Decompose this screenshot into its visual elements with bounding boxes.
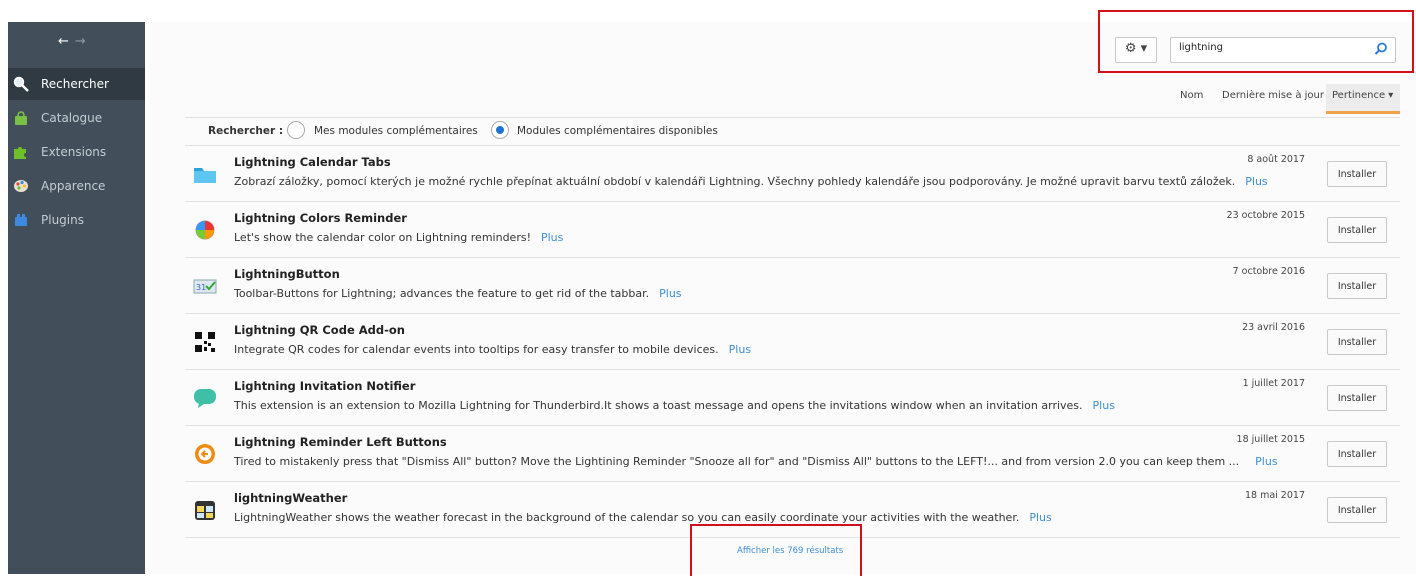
sidebar-item-label: Plugins [41, 213, 84, 227]
addon-name[interactable]: Lightning Reminder Left Buttons [234, 435, 447, 449]
weather-calendar-icon [195, 501, 215, 520]
description-text: Integrate QR codes for calendar events i… [234, 343, 719, 356]
sidebar: ←→ Rechercher Catalogue Extensions Appar… [8, 22, 145, 574]
forward-arrow-icon[interactable]: → [75, 34, 92, 49]
shopping-bag-icon [15, 111, 27, 125]
install-button[interactable]: Installer [1327, 497, 1387, 523]
history-nav: ←→ [58, 34, 92, 49]
radio-available-addons[interactable] [491, 121, 509, 139]
description-text: Let's show the calendar color on Lightni… [234, 231, 531, 244]
result-row[interactable]: Lightning Calendar Tabs Zobrazí záložky,… [185, 146, 1400, 202]
addon-name[interactable]: Lightning QR Code Add-on [234, 323, 405, 337]
result-row[interactable]: Lightning Reminder Left Buttons Tired to… [185, 426, 1400, 482]
sidebar-item-label: Rechercher [41, 77, 109, 91]
radio-my-addons[interactable] [287, 121, 305, 139]
lego-brick-icon [15, 214, 27, 226]
sort-by-relevance[interactable]: Pertinence ▾ [1326, 84, 1400, 114]
result-row[interactable]: 31 LightningButton Toolbar-Buttons for L… [185, 258, 1400, 314]
install-button[interactable]: Installer [1327, 273, 1387, 299]
puzzle-piece-icon [14, 147, 26, 159]
sidebar-item-label: Extensions [41, 145, 107, 159]
sidebar-item-label: Apparence [41, 179, 106, 193]
addon-description: LightningWeather shows the weather forec… [234, 511, 1052, 524]
addon-name[interactable]: Lightning Invitation Notifier [234, 379, 415, 393]
colors-reminder-icon [195, 220, 215, 240]
calendar-check-icon: 31 [193, 279, 217, 294]
sidebar-item-search[interactable]: Rechercher [8, 68, 145, 100]
update-date: 23 octobre 2015 [1226, 210, 1305, 221]
sort-by-last-update[interactable]: Dernière mise à jour [1222, 84, 1324, 114]
update-date: 7 octobre 2016 [1232, 266, 1305, 277]
addon-name[interactable]: LightningButton [234, 267, 340, 281]
scope-option-available[interactable]: Modules complémentaires disponibles [517, 125, 718, 137]
update-date: 23 avril 2016 [1242, 322, 1305, 333]
description-text: LightningWeather shows the weather forec… [234, 511, 1020, 524]
addon-description: This extension is an extension to Mozill… [234, 399, 1115, 412]
update-date: 18 mai 2017 [1244, 490, 1305, 501]
description-text: This extension is an extension to Mozill… [234, 399, 1083, 412]
update-date: 18 juillet 2015 [1236, 434, 1305, 445]
back-arrow-icon[interactable]: ← [58, 34, 75, 49]
install-button[interactable]: Installer [1327, 329, 1387, 355]
more-link[interactable]: Plus [1255, 455, 1277, 468]
sort-by-name[interactable]: Nom [1180, 84, 1203, 114]
highlight-box-search [1098, 10, 1414, 73]
more-link[interactable]: Plus [1093, 399, 1115, 412]
highlight-box-show-all [690, 524, 862, 576]
sidebar-item-plugins[interactable]: Plugins [8, 204, 145, 236]
description-text: Zobrazí záložky, pomocí kterých je možné… [234, 175, 1236, 188]
scope-label: Rechercher : [208, 125, 284, 137]
update-date: 8 août 2017 [1247, 154, 1305, 165]
addon-description: Toolbar-Buttons for Lightning; advances … [234, 287, 682, 300]
more-link[interactable]: Plus [541, 231, 563, 244]
description-text: Toolbar-Buttons for Lightning; advances … [234, 287, 650, 300]
svg-text:31: 31 [196, 283, 206, 292]
paint-palette-icon [14, 180, 28, 192]
install-button[interactable]: Installer [1327, 217, 1387, 243]
more-link[interactable]: Plus [729, 343, 751, 356]
search-scope: Rechercher : Mes modules complémentaires… [185, 117, 1400, 146]
addon-name[interactable]: Lightning Colors Reminder [234, 211, 407, 225]
left-arrow-circle-icon [195, 444, 215, 464]
install-button[interactable]: Installer [1327, 441, 1387, 467]
addon-description: Tired to mistakenly press that "Dismiss … [234, 455, 1278, 468]
install-button[interactable]: Installer [1327, 161, 1387, 187]
addon-name[interactable]: lightningWeather [234, 491, 347, 505]
qr-code-icon [195, 332, 215, 352]
more-link[interactable]: Plus [659, 287, 681, 300]
sidebar-item-extensions[interactable]: Extensions [8, 136, 145, 168]
chat-bubble-icon [194, 389, 216, 408]
addon-description: Let's show the calendar color on Lightni… [234, 231, 563, 244]
result-row[interactable]: Lightning QR Code Add-on Integrate QR co… [185, 314, 1400, 370]
sidebar-item-label: Catalogue [41, 111, 103, 125]
result-row[interactable]: Lightning Invitation Notifier This exten… [185, 370, 1400, 426]
addon-name[interactable]: Lightning Calendar Tabs [234, 155, 391, 169]
magnifier-icon [13, 76, 29, 92]
scope-option-mine[interactable]: Mes modules complémentaires [314, 125, 478, 137]
calendar-tabs-icon [194, 168, 216, 183]
more-link[interactable]: Plus [1029, 511, 1051, 524]
result-row[interactable]: Lightning Colors Reminder Let's show the… [185, 202, 1400, 258]
addon-description: Integrate QR codes for calendar events i… [234, 343, 751, 356]
sidebar-item-appearance[interactable]: Apparence [8, 170, 145, 202]
sidebar-item-catalogue[interactable]: Catalogue [8, 102, 145, 134]
addon-description: Zobrazí záložky, pomocí kterých je možné… [234, 175, 1268, 188]
update-date: 1 juillet 2017 [1242, 378, 1305, 389]
more-link[interactable]: Plus [1245, 175, 1267, 188]
install-button[interactable]: Installer [1327, 385, 1387, 411]
description-text: Tired to mistakenly press that "Dismiss … [234, 455, 1240, 468]
